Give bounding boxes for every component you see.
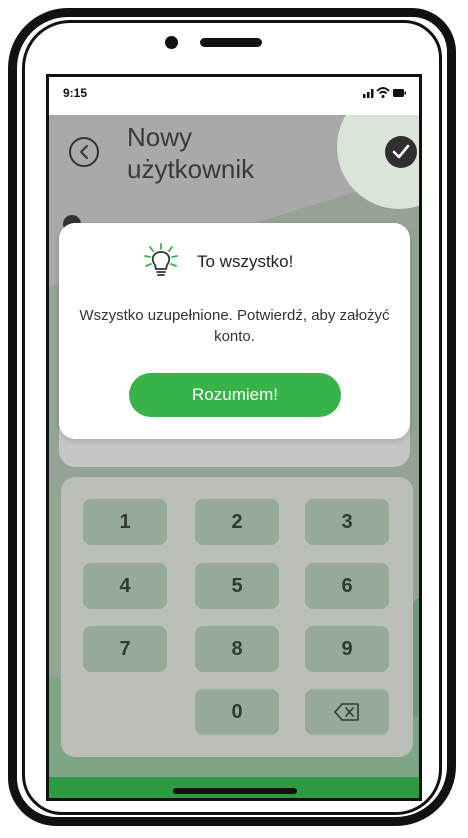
backspace-icon — [334, 703, 359, 721]
page-title: Nowy użytkownik — [127, 122, 255, 184]
key-8[interactable]: 8 — [195, 626, 279, 672]
confirmation-dialog: To wszystko! Wszystko uzupełnione. Potwi… — [59, 223, 410, 439]
rozumiem-button[interactable]: Rozumiem! — [129, 373, 341, 417]
speaker-grille — [200, 38, 262, 47]
wifi-icon — [376, 87, 390, 98]
status-icons — [363, 87, 406, 98]
dialog-title: To wszystko! — [197, 252, 294, 271]
battery-icon — [393, 89, 406, 97]
key-3[interactable]: 3 — [305, 499, 389, 545]
check-icon — [392, 144, 410, 159]
dialog-message: Wszystko uzupełnione. Potwierdź, aby zał… — [79, 307, 390, 345]
chevron-left-icon — [80, 145, 88, 159]
confirm-check-button[interactable] — [385, 136, 417, 168]
key-9[interactable]: 9 — [305, 626, 389, 672]
back-button[interactable] — [69, 137, 99, 167]
status-bar: 9:15 — [49, 77, 419, 115]
key-4[interactable]: 4 — [83, 563, 167, 609]
numeric-keypad: 1 2 3 4 5 6 7 8 9 0 — [61, 477, 413, 757]
status-time: 9:15 — [63, 86, 88, 100]
illustration-stage: 9:15 Nowy użytkownik To wszystko! Wszyst… — [0, 0, 468, 838]
key-6[interactable]: 6 — [305, 563, 389, 609]
signal-icon — [363, 89, 374, 98]
key-1[interactable]: 1 — [83, 499, 167, 545]
delete-key[interactable] — [305, 689, 389, 735]
key-2[interactable]: 2 — [195, 499, 279, 545]
lightbulb-icon — [144, 243, 178, 276]
key-5[interactable]: 5 — [195, 563, 279, 609]
camera-icon — [165, 36, 178, 49]
phone-screen: 9:15 Nowy użytkownik To wszystko! Wszyst… — [46, 74, 422, 801]
key-7[interactable]: 7 — [83, 626, 167, 672]
dialog-header: To wszystko! — [59, 243, 410, 279]
key-0[interactable]: 0 — [195, 689, 279, 735]
home-indicator[interactable] — [173, 788, 297, 794]
